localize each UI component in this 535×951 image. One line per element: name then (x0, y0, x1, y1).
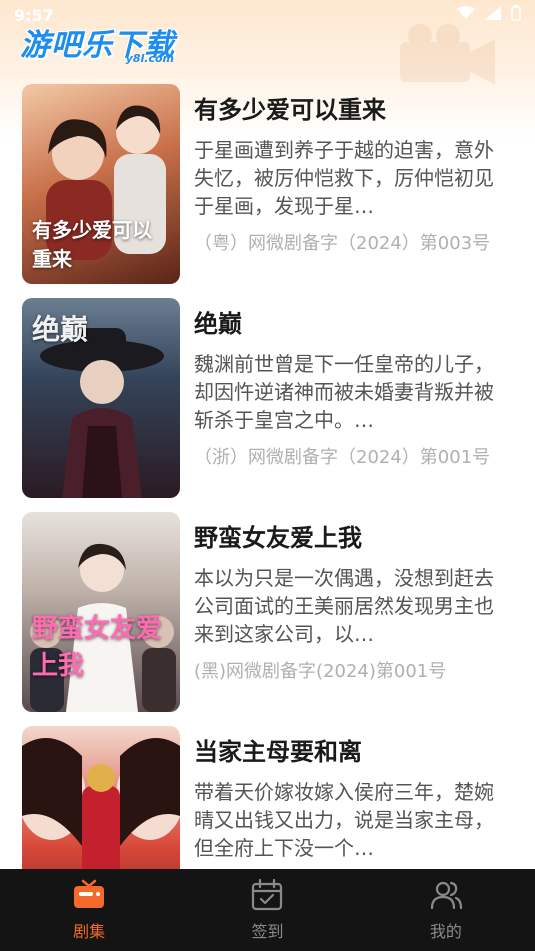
drama-description: 于星画遭到养子于越的迫害，意外失忆，被厉仲恺救下，厉仲恺初见于星画，发现于星… (194, 138, 494, 218)
bottom-navigation: 剧集 签到 我的 (0, 869, 535, 951)
drama-title[interactable]: 有多少爱可以重来 (194, 90, 386, 125)
nav-label-episodes: 剧集 (73, 922, 106, 941)
drama-title[interactable]: 绝巅 (194, 304, 242, 339)
users-icon (430, 881, 462, 910)
drama-description: 带着天价嫁妆嫁入侯府三年，楚婉晴又出钱又出力，说是当家主母，但全府上下没一个… (194, 780, 494, 860)
drama-card[interactable]: 绝巅 绝巅 魏渊前世曾是下一任皇帝的儿子，却因忤逆诸神而被未婚妻背叛并被斩杀于皇… (22, 298, 517, 498)
calendar-check-icon (252, 878, 283, 911)
drama-title[interactable]: 当家主母要和离 (194, 732, 362, 767)
drama-poster[interactable]: 有多少爱可以重来 (22, 84, 180, 284)
poster-title: 有多少爱可以重来 (32, 218, 152, 271)
app-logo: 游吧乐下载 y8l.com (20, 20, 190, 68)
nav-label-checkin: 签到 (251, 922, 284, 941)
nav-label-mine: 我的 (429, 922, 462, 941)
drama-description: 本以为只是一次偶遇，没想到赶去公司面试的王美丽居然发现男主也来到这家公司，以… (194, 566, 494, 646)
drama-poster[interactable] (22, 726, 180, 869)
drama-record-number: (黑)网微剧备字(2024)第001号 (194, 661, 447, 682)
poster-title: 野蛮女友爱上我 (32, 614, 163, 681)
poster-title: 绝巅 (32, 313, 89, 346)
drama-card[interactable]: 野蛮女友爱上我 野蛮女友爱上我 本以为只是一次偶遇，没想到赶去公司面试的王美丽居… (22, 512, 517, 712)
battery-icon (511, 5, 521, 25)
drama-description: 魏渊前世曾是下一任皇帝的儿子，却因忤逆诸神而被未婚妻背叛并被斩杀于皇宫之中。… (194, 352, 494, 432)
logo-sub-text: y8l.com (125, 52, 174, 65)
nav-item-episodes[interactable]: 剧集 (0, 869, 178, 951)
nav-item-checkin[interactable]: 签到 (178, 869, 356, 951)
drama-record-number: （浙）网微剧备字（2024）第001号 (194, 447, 491, 468)
film-camera-icon (400, 24, 495, 84)
drama-poster[interactable]: 绝巅 (22, 298, 180, 498)
drama-poster[interactable]: 野蛮女友爱上我 (22, 512, 180, 712)
nav-item-mine[interactable]: 我的 (357, 869, 535, 951)
drama-card[interactable]: 有多少爱可以重来 有多少爱可以重来 于星画遭到养子于越的迫害，意外失忆，被厉仲恺… (22, 84, 517, 284)
tv-icon (74, 879, 105, 908)
drama-card[interactable]: 当家主母要和离 带着天价嫁妆嫁入侯府三年，楚婉晴又出钱又出力，说是当家主母，但全… (22, 726, 517, 869)
drama-list[interactable]: 有多少爱可以重来 有多少爱可以重来 于星画遭到养子于越的迫害，意外失忆，被厉仲恺… (0, 84, 535, 869)
drama-title[interactable]: 野蛮女友爱上我 (194, 518, 362, 553)
drama-record-number: （粤）网微剧备字（2024）第003号 (194, 233, 491, 254)
